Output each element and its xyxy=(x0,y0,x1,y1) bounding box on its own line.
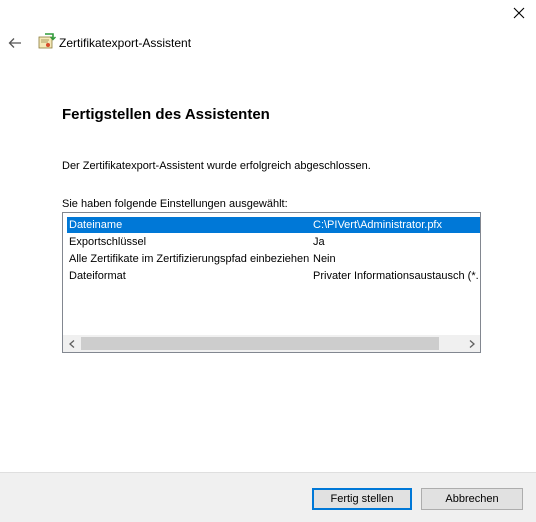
finish-button[interactable]: Fertig stellen xyxy=(312,488,412,510)
list-item[interactable]: Dateiname C:\PIVert\Administrator.pfx xyxy=(67,217,480,233)
settings-label: Sie haben folgende Einstellungen ausgewä… xyxy=(62,198,288,210)
setting-value: C:\PIVert\Administrator.pfx xyxy=(313,219,442,231)
back-button[interactable] xyxy=(4,32,26,54)
list-item[interactable]: Dateiformat Privater Informationsaustaus… xyxy=(67,268,480,284)
wizard-title: Zertifikatexport-Assistent xyxy=(59,36,192,50)
setting-name: Dateiname xyxy=(69,219,123,231)
scroll-right-button[interactable] xyxy=(463,335,480,352)
chevron-left-icon xyxy=(68,339,74,348)
completion-message: Der Zertifikatexport-Assistent wurde erf… xyxy=(62,160,371,172)
close-icon xyxy=(513,7,525,19)
setting-value: Ja xyxy=(313,236,325,248)
setting-value: Privater Informationsaustausch (*. xyxy=(313,270,479,282)
certificate-wizard-icon xyxy=(38,33,56,49)
page-heading: Fertigstellen des Assistenten xyxy=(62,106,270,123)
setting-name: Alle Zertifikate im Zertifizierungspfad … xyxy=(69,253,310,265)
close-button[interactable] xyxy=(504,0,534,26)
scrollbar-thumb[interactable] xyxy=(81,337,439,350)
wizard-footer: Fertig stellen Abbrechen xyxy=(0,472,536,522)
cancel-button[interactable]: Abbrechen xyxy=(421,488,523,510)
setting-name: Exportschlüssel xyxy=(69,236,147,248)
settings-list[interactable]: Dateiname C:\PIVert\Administrator.pfx Ex… xyxy=(62,212,481,353)
scroll-left-button[interactable] xyxy=(63,335,80,352)
arrow-left-icon xyxy=(8,38,21,48)
list-item[interactable]: Exportschlüssel Ja xyxy=(67,234,480,250)
chevron-right-icon xyxy=(469,339,475,348)
setting-value: Nein xyxy=(313,253,336,265)
setting-name: Dateiformat xyxy=(69,270,126,282)
horizontal-scrollbar[interactable] xyxy=(63,335,480,352)
list-item[interactable]: Alle Zertifikate im Zertifizierungspfad … xyxy=(67,251,480,267)
